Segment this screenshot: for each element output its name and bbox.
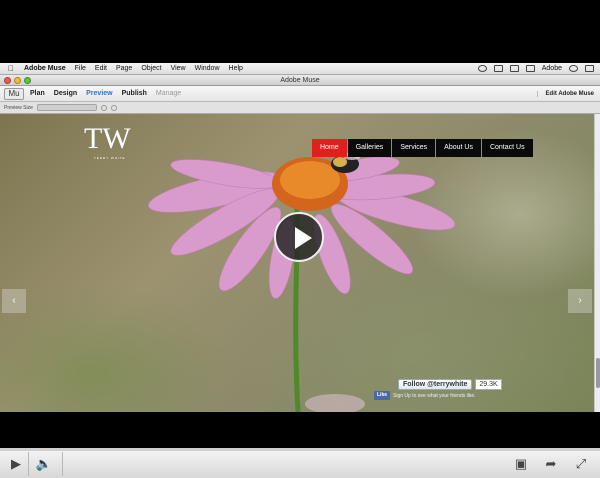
- wifi-icon[interactable]: [509, 65, 519, 72]
- nav-contact-us[interactable]: Contact Us: [481, 139, 533, 157]
- fullscreen-button[interactable]: ⤢: [570, 454, 592, 474]
- website-preview: TW TERRY WHITE Home Galleries Services A…: [0, 114, 594, 412]
- logo-monogram: TW: [84, 122, 131, 155]
- facebook-like-button[interactable]: Like: [374, 391, 391, 400]
- site-navigation: Home Galleries Services About Us Contact…: [312, 139, 534, 157]
- player-play-button[interactable]: ▶: [6, 454, 26, 474]
- twitter-follower-count: 29.3K: [475, 379, 502, 390]
- control-divider: [28, 452, 29, 476]
- scrollbar-thumb[interactable]: [596, 358, 600, 388]
- nav-galleries[interactable]: Galleries: [347, 139, 392, 157]
- site-logo[interactable]: TW TERRY WHITE: [84, 124, 140, 164]
- muse-logo: Mu: [4, 87, 24, 100]
- menu-edit[interactable]: Edit: [95, 65, 107, 72]
- menu-help[interactable]: Help: [229, 65, 243, 72]
- apple-icon[interactable]: : [4, 64, 18, 73]
- preview-size-label: Preview Size: [4, 104, 33, 111]
- sync-icon[interactable]: [477, 65, 487, 72]
- logo-subtitle: TERRY WHITE: [94, 156, 126, 160]
- mirror-icon[interactable]: [493, 65, 503, 72]
- info-icon[interactable]: [110, 104, 117, 111]
- list-icon[interactable]: [585, 65, 594, 72]
- site-name-label[interactable]: Edit Adobe Muse: [536, 90, 594, 97]
- video-play-button[interactable]: [274, 212, 324, 262]
- twitter-follow-button[interactable]: Follow @terrywhite: [398, 379, 473, 390]
- video-progress-bar[interactable]: [0, 448, 600, 451]
- tab-plan[interactable]: Plan: [30, 90, 45, 97]
- menu-view[interactable]: View: [171, 65, 186, 72]
- rotate-icon[interactable]: [100, 104, 107, 111]
- player-controls: ▶ 🔈 ▣ ➦ ⤢: [0, 448, 600, 478]
- menu-object[interactable]: Object: [141, 65, 161, 72]
- play-icon: ▶: [11, 456, 21, 471]
- screen-mode-button[interactable]: ▣: [510, 454, 532, 474]
- slideshow-prev-button[interactable]: ‹: [2, 289, 26, 313]
- display-icon[interactable]: [525, 65, 535, 72]
- video-frame:  Adobe Muse File Edit Page Object View …: [0, 0, 600, 478]
- muse-mode-toolbar: Mu Plan Design Preview Publish Manage Ed…: [0, 86, 600, 102]
- menu-file[interactable]: File: [75, 65, 86, 72]
- speaker-icon: 🔈: [35, 456, 53, 471]
- menu-window[interactable]: Window: [195, 65, 220, 72]
- vertical-scrollbar[interactable]: [594, 114, 600, 412]
- facebook-like-text: Sign Up to see what your friends like.: [393, 392, 476, 399]
- nav-services[interactable]: Services: [392, 139, 436, 157]
- control-divider: [62, 452, 63, 476]
- share-arrow-icon: ➦: [545, 456, 557, 471]
- chevron-left-icon: ‹: [12, 295, 16, 306]
- slideshow-next-button[interactable]: ›: [568, 289, 592, 313]
- preview-size-select[interactable]: [36, 104, 97, 111]
- minimize-window-icon[interactable]: [14, 77, 21, 84]
- zoom-window-icon[interactable]: [24, 77, 31, 84]
- menu-app-name[interactable]: Adobe Muse: [24, 65, 66, 72]
- tab-design[interactable]: Design: [54, 90, 77, 97]
- menu-adobe-label[interactable]: Adobe: [542, 65, 562, 72]
- nav-about-us[interactable]: About Us: [436, 139, 481, 157]
- window-title-bar: Adobe Muse: [0, 75, 600, 86]
- tab-preview[interactable]: Preview: [86, 90, 112, 97]
- close-window-icon[interactable]: [4, 77, 11, 84]
- facebook-like-widget: Like Sign Up to see what your friends li…: [374, 391, 476, 400]
- window-title: Adobe Muse: [280, 77, 320, 84]
- screen-icon: ▣: [514, 456, 528, 471]
- search-icon[interactable]: [569, 65, 578, 72]
- mac-menu-bar:  Adobe Muse File Edit Page Object View …: [0, 63, 600, 75]
- volume-button[interactable]: 🔈: [32, 454, 56, 474]
- chevron-right-icon: ›: [578, 295, 582, 306]
- expand-icon: ⤢: [575, 456, 587, 471]
- tab-manage[interactable]: Manage: [156, 90, 181, 97]
- play-icon: [295, 227, 312, 249]
- share-button[interactable]: ➦: [540, 454, 562, 474]
- nav-home[interactable]: Home: [312, 139, 347, 157]
- twitter-follow-widget: Follow @terrywhite 29.3K: [398, 379, 502, 390]
- menu-page[interactable]: Page: [116, 65, 132, 72]
- tab-publish[interactable]: Publish: [122, 90, 147, 97]
- preview-size-bar: Preview Size: [0, 102, 600, 114]
